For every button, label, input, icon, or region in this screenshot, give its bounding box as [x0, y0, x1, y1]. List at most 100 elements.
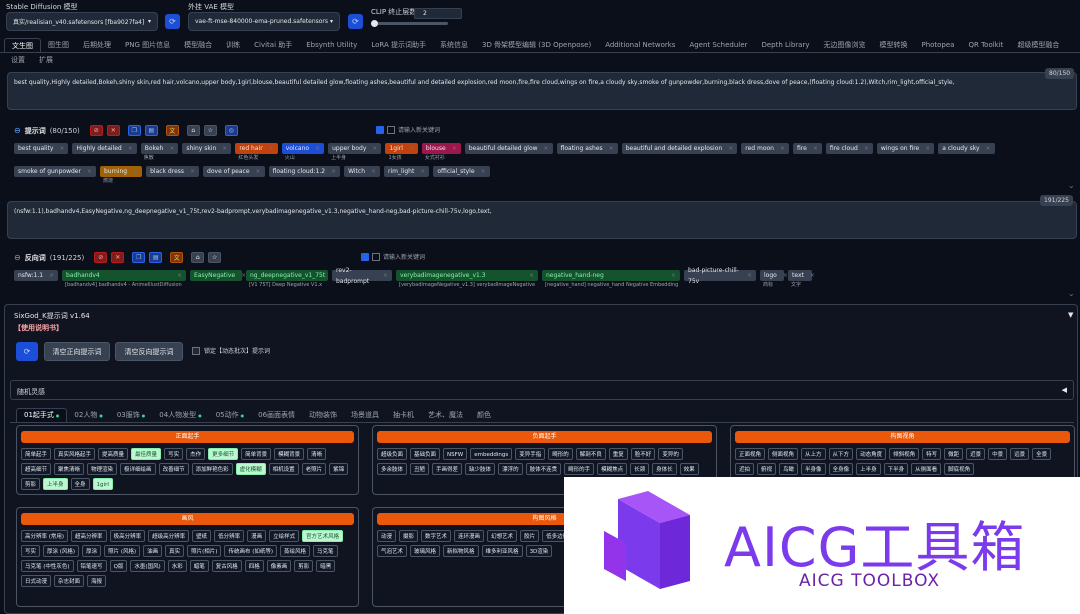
tag-button[interactable]: 改善细节	[158, 463, 189, 475]
negative-keyword-input[interactable]: 请输入新关键词	[361, 252, 425, 261]
tag-button[interactable]: 近拍	[735, 463, 755, 475]
tag-button[interactable]: 维多利亚风格	[481, 545, 523, 557]
tag-button[interactable]: 中景	[988, 448, 1008, 460]
tag-chip[interactable]: red moon ×	[741, 143, 789, 162]
tab-1[interactable]: 图生图	[41, 38, 76, 53]
close-icon[interactable]: ×	[59, 143, 64, 154]
tag-button[interactable]: 杰作	[186, 448, 206, 460]
tab-12[interactable]: Agent Scheduler	[682, 38, 754, 53]
tag-chip[interactable]: Bokeh × 焦散	[140, 143, 179, 162]
tab-6[interactable]: Civitai 助手	[247, 38, 299, 53]
tag-button[interactable]: 紫锦	[329, 463, 349, 475]
tab-2[interactable]: 后期处理	[76, 38, 118, 53]
tag-chip[interactable]: rim_light ×	[384, 166, 430, 185]
tag-button[interactable]: 倾斜视角	[889, 448, 920, 460]
tag-chip[interactable]: a cloudy sky ×	[938, 143, 995, 162]
manual-link[interactable]: 【使用说明书】	[14, 323, 63, 333]
tag-chip[interactable]: negative_hand-neg × [negative_hand] negati…	[542, 270, 680, 289]
tag-chip[interactable]: burning × 燃烧	[100, 166, 143, 185]
tag-button[interactable]: 变异的	[658, 448, 683, 460]
tag-chip[interactable]: text × 文字	[788, 270, 815, 289]
tag-button[interactable]: 最佳质量	[131, 448, 162, 460]
tag-chip[interactable]: 1girl × 1女孩	[385, 143, 418, 162]
tag-button[interactable]: 摄影	[399, 530, 419, 542]
tag-button[interactable]: 漂浮的	[498, 463, 523, 475]
paste-icon[interactable]: ▤	[149, 252, 163, 263]
category-tab-1[interactable]: 02人物 ●	[67, 408, 109, 423]
tag-button[interactable]: 手画得差	[432, 463, 463, 475]
close-icon[interactable]: ×	[747, 270, 752, 281]
tag-chip[interactable]: logo × 商标	[760, 270, 788, 289]
tag-button[interactable]: 简单背景	[241, 448, 272, 460]
tag-button[interactable]: 近景	[966, 448, 986, 460]
tag-button[interactable]: 重复	[608, 448, 628, 460]
tag-button[interactable]: 相机设置	[268, 463, 299, 475]
tag-button[interactable]: Q版	[109, 560, 128, 572]
tab-3[interactable]: PNG 图片信息	[118, 38, 177, 53]
tag-button[interactable]: 连环漫画	[454, 530, 485, 542]
close-icon[interactable]: ×	[925, 143, 930, 154]
tag-button[interactable]: 半身像	[801, 463, 826, 475]
tag-button[interactable]: NSFW	[443, 448, 468, 460]
checkbox-icon[interactable]	[192, 346, 200, 355]
tag-button[interactable]: 超高分辨率	[71, 530, 107, 542]
tag-button[interactable]: 上半身	[856, 463, 881, 475]
tag-button[interactable]: 从下方	[828, 448, 854, 460]
refresh-tags-button[interactable]: ⟳	[16, 342, 38, 361]
tag-chip[interactable]: ng_deepnegative_v1_75t×[V1 75T] Deep Neg…	[246, 270, 336, 289]
tag-chip[interactable]: blouse × 女式衬衫	[421, 143, 461, 162]
tag-button[interactable]: 日式动漫	[21, 575, 52, 587]
close-icon[interactable]: ×	[383, 270, 388, 281]
tab-8[interactable]: LoRA 提示词助手	[364, 38, 433, 53]
tag-button[interactable]: 写实	[21, 545, 41, 557]
close-icon[interactable]: ×	[372, 143, 377, 154]
close-icon[interactable]: ×	[780, 143, 785, 154]
tag-button[interactable]: 超级负面	[377, 448, 408, 460]
tag-button[interactable]: 立绘样式	[269, 530, 300, 542]
tag-chip[interactable]: black dress ×	[146, 166, 200, 185]
checkbox-icon[interactable]	[376, 125, 384, 134]
tag-button[interactable]: 壁纸	[192, 530, 212, 542]
close-icon[interactable]: ×	[810, 270, 815, 281]
close-icon[interactable]: ×	[371, 166, 376, 177]
tag-button[interactable]: 缺少肢体	[465, 463, 496, 475]
tag-button[interactable]: 四格	[244, 560, 264, 572]
tag-button[interactable]: 变异手指	[515, 448, 546, 460]
delete-icon[interactable]: ✕	[111, 252, 125, 263]
tag-chip[interactable]: Witch ×	[344, 166, 381, 185]
tag-chip[interactable]: fire cloud ×	[825, 143, 873, 162]
tab-13[interactable]: Depth Library	[754, 38, 816, 53]
tag-button[interactable]: 侧面视角	[768, 448, 799, 460]
close-icon[interactable]: ×	[87, 166, 92, 177]
tag-button[interactable]: 从上方	[801, 448, 826, 460]
tag-button[interactable]: 高分辨率 (常用)	[21, 530, 69, 542]
tag-button[interactable]: 鸟瞰	[779, 463, 799, 475]
close-icon[interactable]: ×	[544, 143, 549, 154]
tag-button[interactable]: 马克笔	[313, 545, 338, 557]
tag-button[interactable]: 极详细绘画	[120, 463, 156, 475]
category-tab-8[interactable]: 抽卡机	[386, 408, 421, 423]
tag-chip[interactable]: floating ashes ×	[556, 143, 618, 162]
tag-button[interactable]: 厚涂	[82, 545, 102, 557]
tab-0[interactable]: 文生图	[4, 38, 41, 53]
tag-button[interactable]: 马克笔 (中性灰色)	[21, 560, 74, 572]
collapse-icon[interactable]: ⊖	[14, 126, 21, 135]
tag-chip[interactable]: EasyNegative ×	[190, 270, 246, 289]
tag-chip[interactable]: fire ×	[793, 143, 822, 162]
tag-button[interactable]: 新拟物风格	[443, 545, 479, 557]
expand-icon[interactable]: ⌄	[1068, 181, 1075, 190]
tab-17[interactable]: QR Toolkit	[961, 38, 1010, 53]
tag-button[interactable]: 畸形的	[548, 448, 573, 460]
tag-button[interactable]: 模糊背景	[274, 448, 305, 460]
tab-11[interactable]: Additional Networks	[598, 38, 682, 53]
tag-button[interactable]: 像素画	[266, 560, 292, 572]
close-icon[interactable]: ×	[190, 166, 195, 177]
close-icon[interactable]: ×	[169, 143, 174, 154]
tag-button[interactable]: 铅笔速写	[76, 560, 107, 572]
tag-button[interactable]: 虚化模糊	[235, 463, 266, 475]
tag-button[interactable]: 丑陋	[410, 463, 430, 475]
tag-button[interactable]: 全身	[70, 478, 90, 490]
tag-button[interactable]: 多余肢体	[377, 463, 408, 475]
paste-icon[interactable]: ▤	[144, 125, 158, 136]
tag-button[interactable]: 写实	[164, 448, 184, 460]
